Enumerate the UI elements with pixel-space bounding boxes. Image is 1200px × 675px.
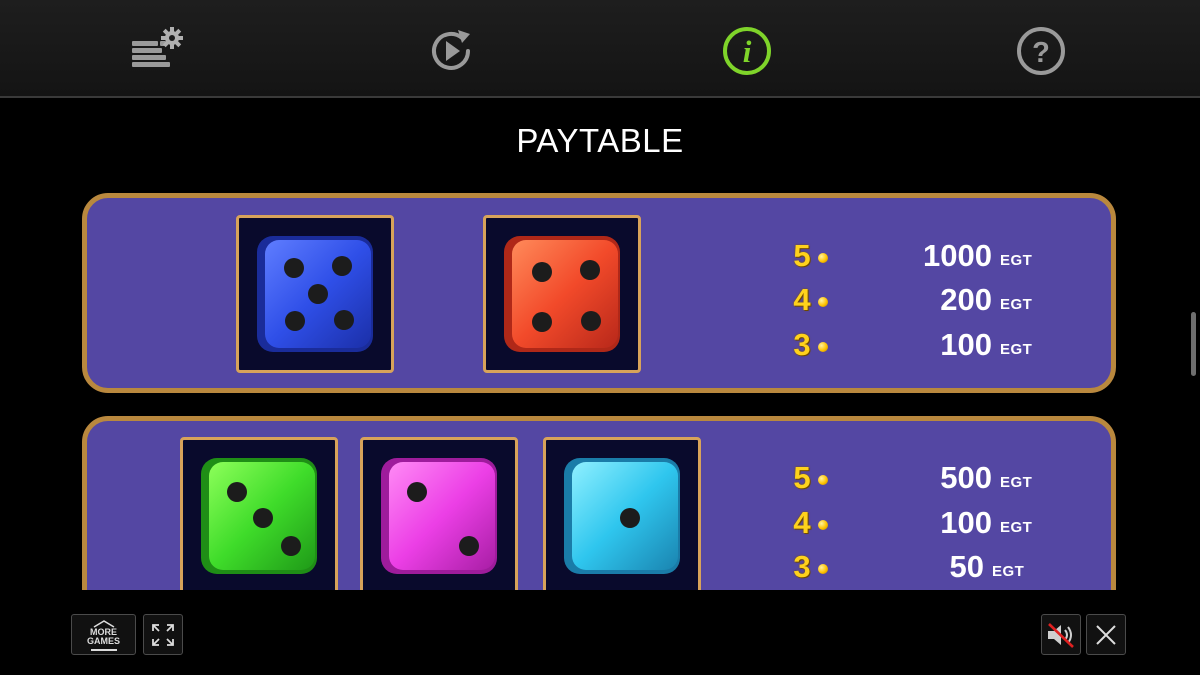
- fullscreen-button[interactable]: [143, 614, 183, 655]
- payout-currency: EGT: [1000, 474, 1033, 491]
- close-icon: [1096, 624, 1116, 645]
- sound-toggle-button[interactable]: [1041, 614, 1081, 655]
- payout-currency: EGT: [1000, 252, 1033, 269]
- more-games-button[interactable]: MORE GAMES: [71, 614, 136, 655]
- dice-symbol-cyan: [543, 437, 701, 590]
- payout-count: 3: [793, 327, 811, 362]
- red-dice-four-icon: [504, 236, 620, 352]
- replay-play-icon: [432, 30, 470, 70]
- cyan-dice-one-icon: [564, 458, 680, 574]
- payout-count: 5: [793, 238, 811, 273]
- scrollbar-thumb[interactable]: [1191, 312, 1196, 376]
- underline-bar: [90, 648, 117, 651]
- autoplay-button[interactable]: [424, 24, 478, 78]
- payout-count: 3: [793, 549, 811, 584]
- question-icon: ?: [1017, 27, 1065, 75]
- blue-dice-five-icon: [257, 236, 373, 352]
- bullet-dot: [818, 297, 828, 307]
- page-title: PAYTABLE: [516, 122, 684, 159]
- payout-count: 4: [793, 282, 811, 317]
- payout-amount: 200: [940, 282, 992, 317]
- payout-amount: 100: [940, 505, 992, 540]
- more-games-label-line2: GAMES: [86, 635, 120, 646]
- paytable-scroll-area[interactable]: 5 1000 EGT 4 200 EGT 3 100 EGT 5 500 EGT…: [0, 190, 1200, 590]
- info-icon: i: [723, 27, 771, 75]
- payout-currency: EGT: [1000, 341, 1033, 358]
- payout-currency: EGT: [1000, 296, 1033, 313]
- payout-amount: 500: [940, 460, 992, 495]
- sound-muted-icon: [1048, 622, 1074, 648]
- payout-amount: 1000: [923, 238, 992, 273]
- paytable-panel-2: 5 500 EGT 4 100 EGT 3 50 EGT: [82, 416, 1116, 590]
- green-dice-three-icon: [201, 458, 317, 574]
- pink-dice-two-icon: [381, 458, 497, 574]
- fullscreen-icon: [152, 623, 174, 646]
- svg-text:?: ?: [1032, 37, 1050, 69]
- payout-currency: EGT: [1000, 519, 1033, 536]
- svg-text:i: i: [743, 34, 752, 69]
- bullet-dot: [818, 564, 828, 574]
- dice-symbol-green: [180, 437, 338, 590]
- dice-symbol-red: [483, 215, 641, 373]
- payout-count: 5: [793, 460, 811, 495]
- bullet-dot: [818, 475, 828, 485]
- payout-count: 4: [793, 505, 811, 540]
- info-button[interactable]: i: [720, 24, 774, 78]
- payout-amount: 100: [940, 327, 992, 362]
- payout-currency: EGT: [992, 563, 1025, 580]
- paytable-panel-1: 5 1000 EGT 4 200 EGT 3 100 EGT: [82, 193, 1116, 393]
- help-button[interactable]: ?: [1014, 24, 1068, 78]
- bullet-dot: [818, 342, 828, 352]
- bullet-dot: [818, 520, 828, 530]
- payout-amount: 50: [949, 549, 984, 584]
- dice-symbol-blue: [236, 215, 394, 373]
- top-toolbar: i ?: [0, 0, 1200, 98]
- dice-symbol-pink: [360, 437, 518, 590]
- bullet-dot: [818, 253, 828, 263]
- bet-settings-button[interactable]: [130, 24, 184, 78]
- coin-stack-gear-icon: [132, 27, 183, 67]
- close-button[interactable]: [1086, 614, 1126, 655]
